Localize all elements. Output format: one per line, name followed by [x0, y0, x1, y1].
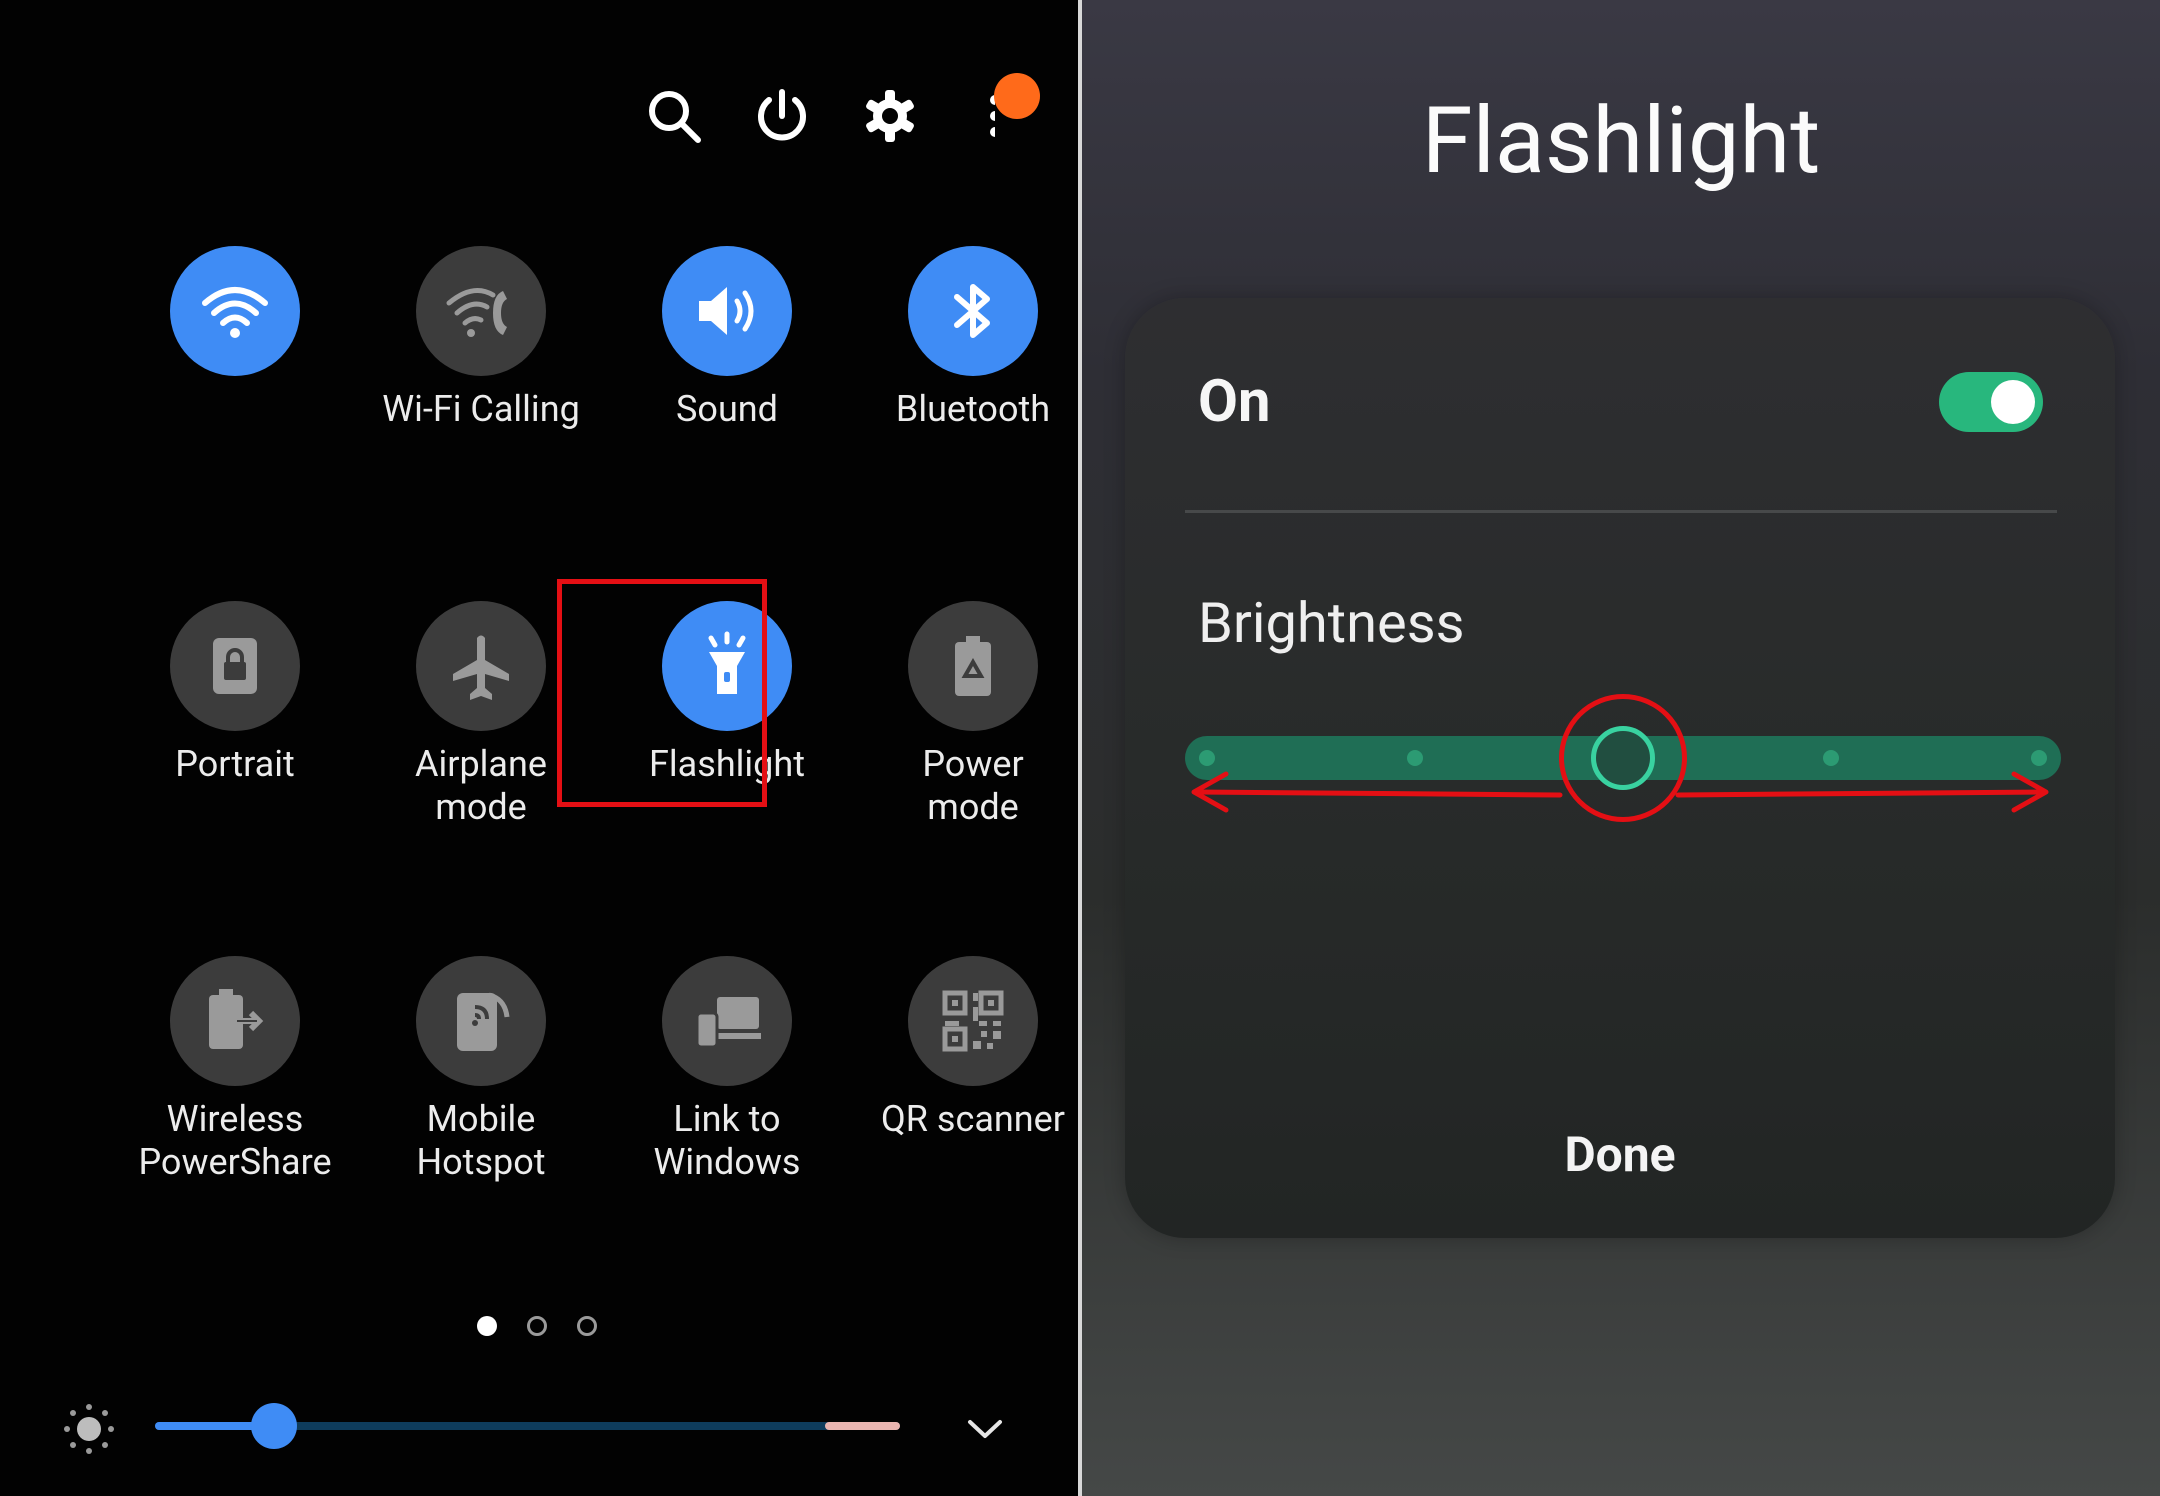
slide-direction-arrows [1191, 771, 2049, 813]
